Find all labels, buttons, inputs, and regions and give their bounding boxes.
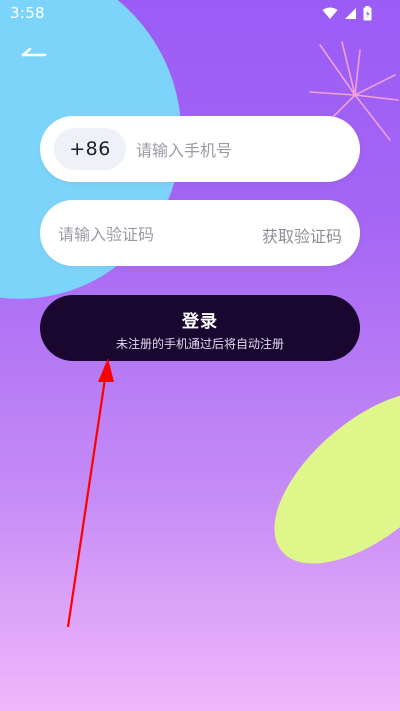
phone-field: +86 [40, 116, 360, 182]
back-arrow-icon [21, 47, 47, 57]
country-code-selector[interactable]: +86 [54, 128, 126, 170]
login-button-sublabel: 未注册的手机通过后将自动注册 [115, 337, 284, 351]
verification-code-input[interactable] [58, 223, 248, 245]
get-code-button[interactable]: 获取验证码 [262, 223, 342, 247]
status-icons [322, 6, 372, 21]
verification-code-field: 获取验证码 [40, 200, 360, 266]
login-button-label: 登录 [182, 312, 218, 332]
login-button[interactable]: 登录 未注册的手机通过后将自动注册 [40, 295, 360, 361]
green-decorative-blob [244, 359, 400, 596]
status-time: 3:58 [10, 4, 45, 22]
wifi-icon [322, 7, 338, 19]
signal-icon [345, 8, 356, 19]
battery-icon [363, 6, 372, 21]
phone-number-input[interactable] [136, 139, 336, 161]
status-bar: 3:58 [0, 0, 400, 26]
back-button[interactable] [18, 40, 50, 66]
